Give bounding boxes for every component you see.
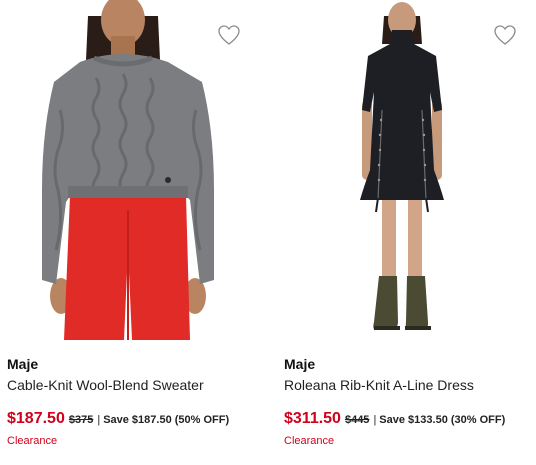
savings-text: Save $187.50 (50% OFF) (103, 414, 230, 426)
product-brand[interactable]: Maje (284, 356, 315, 372)
product-title[interactable]: Roleana Rib-Knit A-Line Dress (284, 377, 474, 393)
original-price: $445 (344, 414, 370, 426)
sale-price: $311.50 (284, 410, 341, 427)
product-image[interactable] (0, 0, 262, 340)
price-separator: | (373, 414, 377, 426)
product-card[interactable]: Maje Cable-Knit Wool-Blend Sweater $187.… (0, 0, 262, 465)
product-image[interactable] (276, 0, 536, 340)
product-title[interactable]: Cable-Knit Wool-Blend Sweater (7, 377, 204, 393)
clearance-badge: Clearance (7, 435, 58, 447)
savings-text: Save $133.50 (30% OFF) (379, 414, 506, 426)
original-price: $375 (68, 414, 94, 426)
sale-price: $187.50 (7, 410, 65, 427)
price-line: $311.50 $445 | Save $133.50 (30% OFF) (284, 410, 505, 428)
product-photo-sweater (42, 0, 214, 340)
price-separator: | (97, 414, 101, 426)
price-line: $187.50 $375 | Save $187.50 (50% OFF) (7, 410, 229, 428)
product-card[interactable]: Maje Roleana Rib-Knit A-Line Dress $311.… (276, 0, 536, 465)
heart-outline-icon[interactable] (493, 24, 517, 46)
heart-outline-icon[interactable] (217, 24, 241, 46)
product-photo-dress (360, 2, 444, 330)
clearance-badge: Clearance (284, 435, 335, 447)
product-brand[interactable]: Maje (7, 356, 38, 372)
